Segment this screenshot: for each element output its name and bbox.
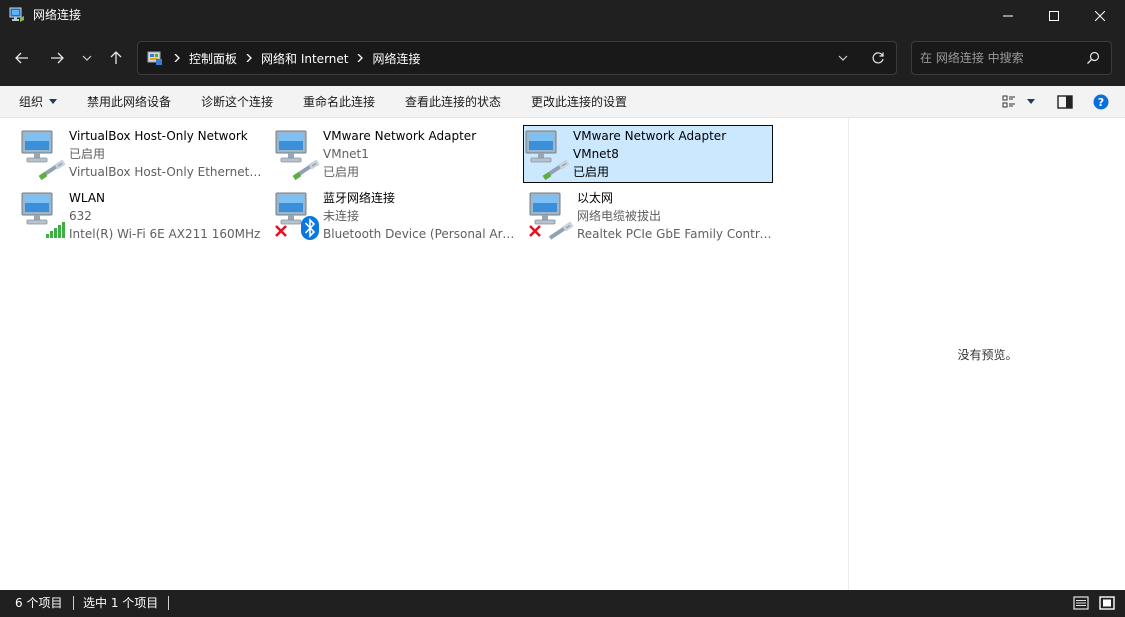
connection-network: VMnet8: [573, 147, 619, 161]
connection-network: 632: [69, 209, 92, 223]
help-icon: ?: [1093, 94, 1109, 110]
connection-status: 已启用: [573, 165, 610, 179]
connection-device: Bluetooth Device (Personal Area Network): [323, 227, 519, 241]
details-view-icon: [1073, 596, 1089, 610]
change-view-button[interactable]: [1001, 94, 1019, 110]
selected-count: 选中 1 个项目: [83, 596, 159, 610]
chevron-down-icon: [82, 55, 92, 61]
chevron-right-icon[interactable]: [241, 54, 257, 62]
connections-list: VirtualBox Host-Only Network 已启用 Virtual…: [0, 118, 848, 590]
arrow-up-icon: [110, 51, 122, 64]
address-bar[interactable]: 控制面板 网络和 Internet 网络连接: [137, 41, 897, 75]
arrow-right-icon: [51, 52, 64, 64]
preview-pane: 没有预览。: [848, 118, 1125, 590]
up-button[interactable]: [102, 46, 130, 70]
connection-network: VMnet1: [323, 147, 369, 161]
connection-name: VMware Network Adapter: [573, 129, 727, 143]
view-menu-dropdown[interactable]: [1025, 94, 1037, 110]
disable-device-button[interactable]: 禁用此网络设备: [87, 86, 171, 118]
window-title: 网络连接: [33, 8, 82, 22]
caret-down-icon: [1027, 99, 1035, 104]
connection-status: 已启用: [323, 165, 360, 179]
network-connection-item[interactable]: VMware Network Adapter VMnet8 已启用: [523, 125, 773, 183]
ethernet-adapter-icon: [524, 126, 578, 184]
status-divider: [168, 596, 169, 610]
connection-name: 以太网: [577, 191, 614, 205]
minimize-button[interactable]: [985, 0, 1031, 32]
ethernet-adapter-icon: [274, 126, 328, 184]
wifi-signal-icon: [20, 188, 74, 246]
address-history-button[interactable]: [835, 50, 851, 66]
help-button[interactable]: ?: [1092, 94, 1110, 110]
maximize-button[interactable]: [1031, 0, 1077, 32]
ethernet-adapter-icon: [20, 126, 74, 184]
connection-status: 网络电缆被拔出: [577, 209, 662, 223]
bluetooth-icon: [274, 188, 328, 246]
connection-device: VirtualBox Host-Only Ethernet Adapter: [69, 165, 265, 179]
view-status-button[interactable]: 查看此连接的状态: [405, 86, 501, 118]
recent-locations-button[interactable]: [74, 46, 100, 70]
search-input[interactable]: [920, 50, 1080, 66]
network-connections-icon: [9, 7, 25, 23]
back-button[interactable]: [8, 46, 36, 70]
caret-down-icon: [49, 99, 58, 104]
minimize-icon: [1003, 15, 1013, 17]
change-settings-button[interactable]: 更改此连接的设置: [531, 86, 627, 118]
breadcrumb: 控制面板 网络和 Internet 网络连接: [167, 42, 423, 74]
connection-name: WLAN: [69, 191, 106, 205]
svg-text:?: ?: [1098, 96, 1104, 109]
network-connection-item[interactable]: VMware Network Adapter VMnet1 已启用: [273, 125, 523, 183]
network-connection-item[interactable]: 蓝牙网络连接 未连接 Bluetooth Device (Personal Ar…: [273, 187, 523, 245]
network-connection-item[interactable]: WLAN 632 Intel(R) Wi-Fi 6E AX211 160MHz: [19, 187, 269, 245]
breadcrumb-item[interactable]: 网络连接: [370, 50, 422, 67]
network-connection-item[interactable]: 以太网 网络电缆被拔出 Realtek PCIe GbE Family Cont…: [527, 187, 777, 245]
network-connection-item[interactable]: VirtualBox Host-Only Network 已启用 Virtual…: [19, 125, 269, 183]
connection-name: VMware Network Adapter: [323, 129, 477, 143]
chevron-right-icon[interactable]: [169, 54, 185, 62]
diagnose-connection-button[interactable]: 诊断这个连接: [201, 86, 273, 118]
connection-device: Realtek PCIe GbE Family Controller: [577, 227, 773, 241]
refresh-button[interactable]: [870, 50, 886, 66]
maximize-icon: [1049, 11, 1059, 21]
organize-menu-button[interactable]: 组织: [19, 86, 58, 118]
item-count: 6 个项目: [15, 596, 63, 610]
connection-device: Intel(R) Wi-Fi 6E AX211 160MHz: [69, 227, 261, 241]
status-bar: 6 个项目 选中 1 个项目: [0, 590, 1125, 617]
forward-button[interactable]: [43, 46, 71, 70]
large-icons-view-icon: [1099, 596, 1115, 610]
command-bar: 组织 禁用此网络设备 诊断这个连接 重命名此连接 查看此连接的状态 更改此连接的…: [0, 86, 1125, 118]
preview-message: 没有预览。: [957, 348, 1018, 362]
close-button[interactable]: [1077, 0, 1123, 32]
connection-status: 未连接: [323, 209, 360, 223]
connection-name: 蓝牙网络连接: [323, 191, 396, 205]
organize-label: 组织: [19, 95, 44, 109]
connection-name: VirtualBox Host-Only Network: [69, 129, 248, 143]
preview-pane-icon: [1057, 95, 1073, 109]
rename-connection-button[interactable]: 重命名此连接: [303, 86, 375, 118]
view-options-icon: [1002, 95, 1015, 108]
search-button[interactable]: [1085, 50, 1101, 66]
chevron-right-icon[interactable]: [352, 54, 368, 62]
breadcrumb-item[interactable]: 控制面板: [187, 50, 239, 67]
search-box: [911, 41, 1112, 75]
status-divider: [73, 596, 74, 610]
connection-status: 已启用: [69, 147, 106, 161]
preview-pane-button[interactable]: [1056, 94, 1074, 110]
navigation-bar: 控制面板 网络和 Internet 网络连接: [0, 32, 1125, 86]
refresh-icon: [872, 52, 884, 64]
large-icons-view-button[interactable]: [1098, 595, 1116, 611]
close-icon: [1095, 11, 1105, 21]
details-view-button[interactable]: [1072, 595, 1090, 611]
arrow-left-icon: [15, 52, 28, 64]
breadcrumb-item[interactable]: 网络和 Internet: [259, 50, 350, 67]
ethernet-adapter-icon: [528, 188, 582, 246]
control-panel-icon: [147, 50, 163, 66]
title-bar: 网络连接: [0, 0, 1125, 32]
chevron-down-icon: [838, 55, 848, 61]
search-icon: [1087, 51, 1100, 64]
